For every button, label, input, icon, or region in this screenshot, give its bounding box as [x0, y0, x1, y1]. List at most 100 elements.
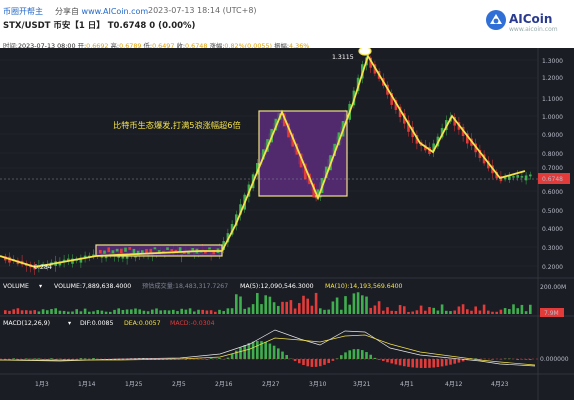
volume-bar	[361, 295, 364, 314]
peak-marker-icon[interactable]	[358, 48, 372, 56]
volume-bar	[67, 311, 70, 314]
macd-bar	[340, 355, 343, 359]
candle-body	[128, 247, 131, 250]
macd-bar	[398, 359, 402, 366]
volume-bar	[419, 305, 423, 314]
candle-body	[124, 247, 127, 252]
volume-bar	[323, 309, 326, 314]
volume-ma5: MA(5):12,090,546.3000	[240, 283, 314, 290]
macd-bar	[327, 359, 330, 364]
time-tick: 4月1	[400, 381, 414, 388]
volume-bar	[176, 311, 179, 314]
volume-last-value: 7.9M	[544, 310, 559, 317]
volume-bar	[79, 311, 83, 314]
macd-bar	[432, 359, 435, 368]
candle-body	[115, 248, 119, 252]
volume-bar	[466, 309, 469, 314]
header: 币圈开帮主 分享自 www.AICoin.com 2023-07-13 18:1…	[0, 0, 574, 50]
volume-bar	[365, 296, 368, 314]
macd-dea: DEA:0.0057	[124, 320, 161, 327]
candle-body	[178, 247, 182, 252]
volume-bar	[92, 311, 95, 314]
volume-bar	[226, 308, 230, 314]
volume-bar	[344, 296, 347, 314]
volume-bar	[197, 309, 200, 314]
volume-forecast: 预估成交量:18,483,317.7267	[142, 282, 228, 290]
volume-bar	[445, 310, 448, 314]
time-tick: 3月21	[353, 381, 371, 388]
volume-bar	[340, 309, 343, 314]
macd-bar	[302, 359, 305, 366]
logo-url: www.aicoin.com	[509, 26, 558, 33]
volume-bar	[113, 309, 116, 314]
volume-bar	[75, 309, 78, 314]
volume-bar	[508, 309, 511, 314]
macd-dropdown-icon[interactable]: ▾	[68, 320, 72, 327]
macd-bar	[344, 352, 347, 359]
volume-bar	[209, 310, 213, 314]
volume-bar	[172, 309, 175, 314]
share-url-link[interactable]: www.AICoin.com	[82, 7, 149, 16]
volume-bar	[188, 308, 192, 314]
volume-bar	[461, 304, 465, 314]
macd-bar	[323, 359, 326, 365]
kline-chart[interactable]: 1.3115 0.284 比特币生态爆发,打满5浪涨幅超6倍 0.6748 1.…	[0, 48, 574, 400]
symbol-title: STX/USDT 币安【1 日】 T0.6748 0 (0.00%)	[3, 21, 196, 31]
site-name[interactable]: 币圈开帮主	[3, 6, 43, 17]
macd-bar	[285, 355, 288, 359]
macd-bar	[272, 345, 276, 359]
time-tick: 2月27	[262, 381, 280, 388]
candle-body	[516, 175, 519, 178]
volume-bar	[281, 301, 284, 314]
volume-bars	[4, 292, 532, 314]
macd-bar	[293, 359, 297, 362]
volume-bar	[428, 307, 431, 314]
volume-bar	[314, 292, 318, 314]
volume-bar	[12, 309, 15, 314]
time-tick: 1月14	[78, 381, 96, 388]
volume-bar	[151, 309, 154, 314]
volume-bar	[411, 311, 414, 314]
volume-bar	[529, 304, 532, 314]
volume-bar	[8, 310, 11, 314]
macd-histogram	[4, 341, 532, 368]
wave-line[interactable]	[0, 53, 526, 268]
time-tick: 4月23	[491, 381, 509, 388]
macd-bar	[407, 359, 410, 367]
macd-bar	[256, 341, 259, 359]
volume-bar	[516, 308, 519, 314]
volume-bar	[184, 309, 188, 314]
volume-bar	[134, 308, 137, 314]
volume-bar	[247, 307, 251, 314]
volume-bar	[83, 308, 87, 314]
share-by: 分享自 www.AICoin.com	[55, 6, 148, 17]
price-tick: 0.5000	[542, 208, 563, 215]
volume-bar	[424, 310, 427, 314]
candle-body	[529, 174, 532, 177]
macd-bar	[306, 359, 309, 367]
macd-bar	[268, 343, 272, 359]
volume-bar	[117, 308, 120, 314]
peak-price-label: 1.3115	[332, 54, 354, 61]
macd-dif: DIF:0.0085	[80, 320, 113, 327]
macd-bar	[247, 343, 251, 359]
volume-bar	[121, 310, 125, 314]
volume-bar	[109, 311, 112, 314]
volume-title: VOLUME	[3, 283, 29, 290]
volume-bar	[4, 310, 7, 314]
aicoin-logo-icon	[486, 10, 506, 30]
price-tick: 1.3000	[542, 58, 563, 65]
volume-dropdown-icon[interactable]: ▾	[39, 283, 43, 290]
volume-bar	[403, 306, 406, 314]
macd-bar	[419, 359, 423, 368]
volume-bar	[201, 309, 204, 314]
volume-bar	[130, 309, 133, 314]
macd-bar	[230, 354, 234, 359]
volume-value: VOLUME:7,889,638.4000	[54, 283, 131, 290]
volume-bar	[331, 301, 335, 314]
volume-bar	[272, 302, 276, 314]
price-tick: 0.3000	[542, 245, 563, 252]
volume-bar	[264, 295, 267, 314]
time-tick: 2月5	[172, 381, 186, 388]
volume-bar	[306, 298, 309, 314]
